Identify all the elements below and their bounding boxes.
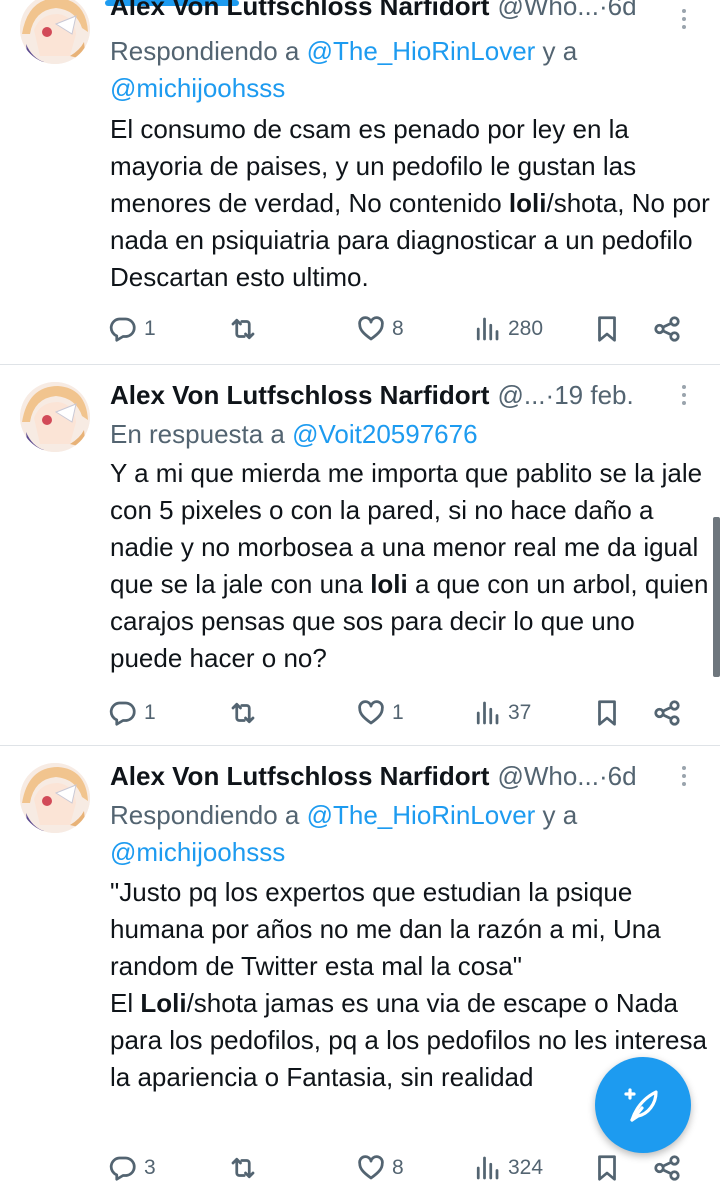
retweet-button[interactable] [228, 1150, 264, 1186]
share-icon [654, 700, 680, 726]
bookmark-icon [598, 1155, 616, 1181]
tweet-time[interactable]: 6d [608, 761, 637, 792]
views-icon [476, 317, 499, 341]
more-options-icon[interactable] [672, 380, 696, 410]
bookmark-button[interactable] [592, 695, 622, 731]
tweet-text-bold: loli [370, 569, 408, 599]
like-button[interactable]: 8 [356, 1150, 404, 1186]
tweet-text: El consumo de csam es penado por ley en … [110, 111, 710, 296]
separator: · [598, 760, 608, 791]
views-button[interactable]: 324 [472, 1150, 543, 1186]
share-button[interactable] [652, 1150, 682, 1186]
reply-count: 3 [144, 1156, 156, 1179]
action-bar: 1 1 37 [108, 695, 708, 731]
avatar-image [20, 763, 90, 833]
avatar-image [20, 0, 90, 64]
views-button[interactable]: 37 [472, 695, 531, 731]
tweet-text-bold: Loli [140, 988, 187, 1018]
view-count: 324 [508, 1156, 544, 1179]
author-name[interactable]: Alex Von Lutfschloss Narfidort [110, 380, 489, 411]
tweet-text: Y a mi que mierda me importa que pablito… [110, 455, 710, 677]
view-count: 280 [508, 317, 544, 340]
like-count: 1 [392, 701, 404, 724]
view-count: 37 [508, 701, 532, 724]
author-handle[interactable]: @Who... [497, 0, 599, 22]
share-icon [654, 316, 680, 342]
views-icon [476, 1156, 499, 1180]
share-button[interactable] [652, 695, 682, 731]
like-button[interactable]: 8 [356, 311, 404, 347]
replying-to: Respondiendo a @The_HioRinLover y a @mic… [110, 797, 670, 871]
more-options-icon[interactable] [672, 4, 696, 34]
mention-link[interactable]: @michijoohsss [110, 837, 285, 867]
mention-link[interactable]: @The_HioRinLover [307, 36, 536, 66]
share-button[interactable] [652, 311, 682, 347]
like-button[interactable]: 1 [356, 695, 404, 731]
avatar[interactable] [20, 763, 90, 833]
retweet-button[interactable] [228, 695, 264, 731]
mention-link[interactable]: @Voit20597676 [292, 419, 477, 449]
retweet-icon [231, 318, 255, 340]
replying-label: En respuesta a [110, 419, 293, 449]
bookmark-button[interactable] [592, 311, 622, 347]
bookmark-button[interactable] [592, 1150, 622, 1186]
more-options-icon[interactable] [672, 761, 696, 791]
tweet[interactable]: Alex Von Lutfschloss Narfidort @Who... ·… [0, 0, 720, 365]
replying-label: Respondiendo a [110, 800, 307, 830]
tweet[interactable]: Alex Von Lutfschloss Narfidort @... · 19… [0, 365, 720, 746]
replying-join: y a [535, 800, 578, 830]
avatar[interactable] [20, 382, 90, 452]
heart-icon [358, 316, 384, 341]
share-icon [654, 1155, 680, 1181]
separator: · [598, 0, 608, 21]
bookmark-icon [598, 316, 616, 342]
author-handle[interactable]: @Who... [497, 761, 599, 792]
heart-icon [358, 700, 384, 725]
replying-join: y a [535, 36, 578, 66]
action-bar: 3 8 324 [108, 1150, 708, 1186]
like-count: 8 [392, 317, 404, 340]
retweet-icon [231, 1157, 255, 1179]
tweet-header: Alex Von Lutfschloss Narfidort @Who... ·… [110, 0, 637, 24]
tweet-text-bold: loli [508, 188, 547, 218]
author-name[interactable]: Alex Von Lutfschloss Narfidort [110, 0, 489, 22]
reply-icon [109, 1156, 136, 1181]
replying-to: En respuesta a @Voit20597676 [110, 416, 670, 453]
tweet-text-part: El [110, 988, 141, 1018]
retweet-button[interactable] [228, 311, 264, 347]
separator: · [545, 379, 555, 410]
reply-button[interactable]: 1 [108, 695, 156, 731]
author-handle[interactable]: @... [497, 380, 545, 411]
like-count: 8 [392, 1156, 404, 1179]
retweet-icon [231, 702, 255, 724]
reply-icon [109, 317, 136, 342]
tweet-time[interactable]: 19 feb. [554, 380, 634, 411]
tweet-time[interactable]: 6d [608, 0, 637, 22]
views-icon [476, 701, 499, 725]
compose-button[interactable] [595, 1057, 691, 1153]
avatar[interactable] [20, 0, 90, 64]
action-bar: 1 8 280 [108, 311, 708, 347]
compose-icon [624, 1088, 658, 1122]
reply-icon [109, 701, 136, 726]
reply-count: 1 [144, 701, 156, 724]
author-name[interactable]: Alex Von Lutfschloss Narfidort [110, 761, 489, 792]
heart-icon [358, 1155, 384, 1180]
replying-to: Respondiendo a @The_HioRinLover y a @mic… [110, 33, 670, 107]
views-button[interactable]: 280 [472, 311, 543, 347]
reply-count: 1 [144, 317, 156, 340]
mention-link[interactable]: @michijoohsss [110, 73, 285, 103]
tweet-header: Alex Von Lutfschloss Narfidort @... · 19… [110, 377, 634, 413]
avatar-image [20, 382, 90, 452]
reply-button[interactable]: 1 [108, 311, 156, 347]
replying-label: Respondiendo a [110, 36, 307, 66]
tweet-text-quote: "Justo pq los expertos que estudian la p… [110, 877, 661, 981]
bookmark-icon [598, 700, 616, 726]
mention-link[interactable]: @The_HioRinLover [307, 800, 536, 830]
tweet-header: Alex Von Lutfschloss Narfidort @Who... ·… [110, 758, 637, 794]
reply-button[interactable]: 3 [108, 1150, 156, 1186]
